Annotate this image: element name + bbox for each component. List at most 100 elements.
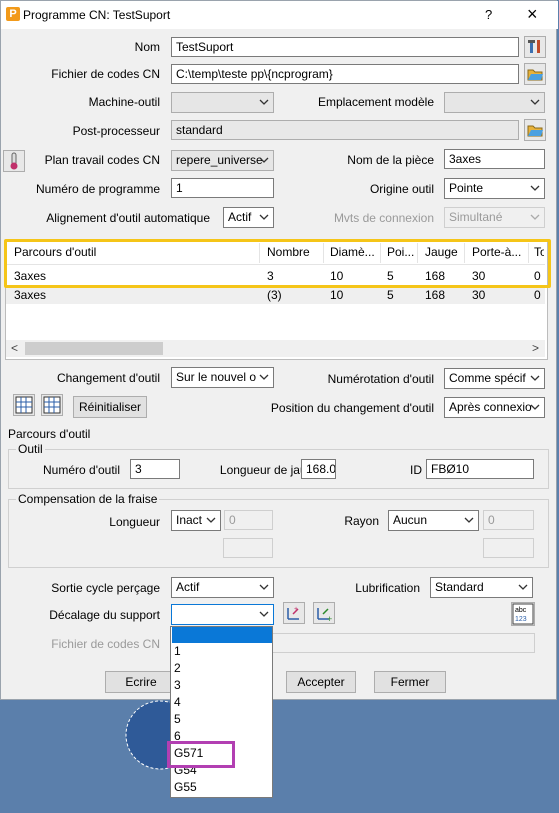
table-cell: 10: [330, 288, 344, 302]
alignement-combo[interactable]: Actif: [223, 207, 274, 228]
chevron-down-icon: [258, 608, 270, 620]
axis-icon[interactable]: +: [283, 602, 305, 624]
grid-icon[interactable]: [41, 394, 63, 416]
chevron-down-icon: [529, 96, 541, 108]
table-cell: 30: [472, 288, 486, 302]
longueur-combo[interactable]: Inact: [171, 510, 221, 531]
mvts-label: Mvts de connexion: [333, 211, 434, 225]
numerotation-label: Numérotation d'outil: [327, 372, 434, 386]
numero-outil-label: Numéro d'outil: [43, 463, 120, 477]
emplacement-label: Emplacement modèle: [317, 95, 434, 109]
changement-label: Changement d'outil: [56, 371, 160, 385]
alignement-label: Alignement d'outil automatique: [46, 211, 210, 225]
window-title: Programme CN: TestSuport: [23, 8, 171, 22]
fichier-input[interactable]: C:\temp\teste pp\{ncprogram}: [171, 64, 519, 84]
ecrire-button[interactable]: Ecrire: [105, 671, 177, 693]
table-cell: 168: [425, 288, 446, 302]
sortie-combo[interactable]: Actif: [171, 577, 274, 598]
chevron-down-icon: [463, 514, 475, 526]
origine-label: Origine outil: [369, 182, 434, 196]
title-bar: P Programme CN: TestSuport ? ×: [1, 1, 558, 29]
scroll-right-icon[interactable]: >: [532, 341, 539, 355]
chevron-down-icon: [205, 514, 217, 526]
rayon-combo[interactable]: Aucun: [388, 510, 479, 531]
dropdown-option[interactable]: 5: [172, 712, 272, 729]
table-cell: 5: [387, 288, 394, 302]
svg-text:+: +: [294, 606, 298, 613]
tools-icon[interactable]: [524, 36, 546, 58]
section-title: Parcours d'outil: [8, 427, 91, 441]
group-title: Compensation de la fraise: [16, 492, 160, 506]
fichier-label: Fichier de codes CN: [51, 67, 160, 81]
origine-combo[interactable]: Pointe: [444, 178, 545, 199]
thermometer-icon[interactable]: [3, 150, 25, 172]
close-button[interactable]: ×: [527, 4, 538, 25]
longueur-extra[interactable]: [223, 538, 273, 558]
changement-combo[interactable]: Sur le nouvel o: [171, 367, 274, 388]
decalage-combo[interactable]: [171, 604, 274, 625]
emplacement-combo[interactable]: [444, 92, 545, 113]
table-cell: 3axes: [14, 288, 47, 302]
rayon-extra[interactable]: [483, 538, 534, 558]
post-input[interactable]: standard: [171, 120, 519, 140]
axis-add-icon[interactable]: +: [313, 602, 335, 624]
reinitialiser-button[interactable]: Réinitialiser: [73, 396, 147, 418]
folder-open-icon[interactable]: [524, 119, 546, 141]
dropdown-option[interactable]: 2: [172, 661, 272, 678]
fichier-cn-label: Fichier de codes CN: [51, 637, 160, 651]
dropdown-option[interactable]: 3: [172, 678, 272, 695]
chevron-down-icon: [258, 581, 270, 593]
plan-label: Plan travail codes CN: [44, 153, 160, 167]
dropdown-option[interactable]: 1: [172, 644, 272, 661]
abc123-icon[interactable]: abc 123: [511, 602, 535, 626]
numero-prog-input[interactable]: 1: [171, 178, 274, 198]
highlight-box: [167, 741, 235, 768]
position-label: Position du changement d'outil: [270, 401, 434, 415]
machine-label: Machine-outil: [88, 95, 160, 109]
table-cell: 0: [534, 288, 541, 302]
svg-text:abc: abc: [515, 607, 527, 614]
id-label: ID: [410, 463, 422, 477]
dropdown-option[interactable]: [172, 627, 272, 643]
table-cell: (3): [267, 288, 282, 302]
longueur-jauge-input[interactable]: 168.0: [301, 459, 336, 479]
position-combo[interactable]: Après connexio: [444, 397, 545, 418]
chevron-down-icon: [529, 401, 541, 413]
rayon-number[interactable]: 0: [483, 510, 534, 530]
folder-open-icon[interactable]: [524, 63, 546, 85]
help-button[interactable]: ?: [485, 7, 492, 22]
id-input[interactable]: FBØ10: [426, 459, 534, 479]
chevron-down-icon: [529, 182, 541, 194]
svg-text:+: +: [327, 614, 332, 623]
scroll-left-icon[interactable]: <: [11, 341, 18, 355]
decalage-label: Décalage du support: [49, 608, 160, 622]
machine-combo[interactable]: [171, 92, 274, 113]
scrollbar-thumb[interactable]: [25, 342, 163, 355]
nom-input[interactable]: TestSuport: [171, 37, 519, 57]
chevron-down-icon: [529, 372, 541, 384]
longueur-label: Longueur: [109, 515, 160, 529]
accepter-button[interactable]: Accepter: [286, 671, 356, 693]
dropdown-option[interactable]: 6: [172, 729, 272, 740]
chevron-down-icon: [258, 211, 270, 223]
sortie-label: Sortie cycle perçage: [51, 581, 160, 595]
lubrif-label: Lubrification: [355, 581, 420, 595]
numero-outil-input[interactable]: 3: [130, 459, 180, 479]
chevron-down-icon: [258, 154, 270, 166]
grid-icon[interactable]: [13, 394, 35, 416]
nom-label: Nom: [134, 40, 160, 54]
chevron-down-icon: [517, 581, 529, 593]
numerotation-combo[interactable]: Comme spécif: [444, 368, 545, 389]
lubrif-combo[interactable]: Standard: [430, 577, 533, 598]
nom-piece-input[interactable]: 3axes: [444, 149, 545, 169]
chevron-down-icon: [258, 371, 270, 383]
longueur-number[interactable]: 0: [224, 510, 273, 530]
mvts-combo[interactable]: Simultané: [444, 207, 545, 228]
plan-combo[interactable]: repere_universe: [171, 150, 274, 171]
fermer-button[interactable]: Fermer: [374, 671, 446, 693]
dropdown-option[interactable]: 4: [172, 695, 272, 712]
nom-piece-label: Nom de la pièce: [347, 153, 434, 167]
post-label: Post-processeur: [72, 124, 160, 138]
chevron-down-icon: [529, 211, 541, 223]
dropdown-option[interactable]: G55: [172, 780, 272, 797]
